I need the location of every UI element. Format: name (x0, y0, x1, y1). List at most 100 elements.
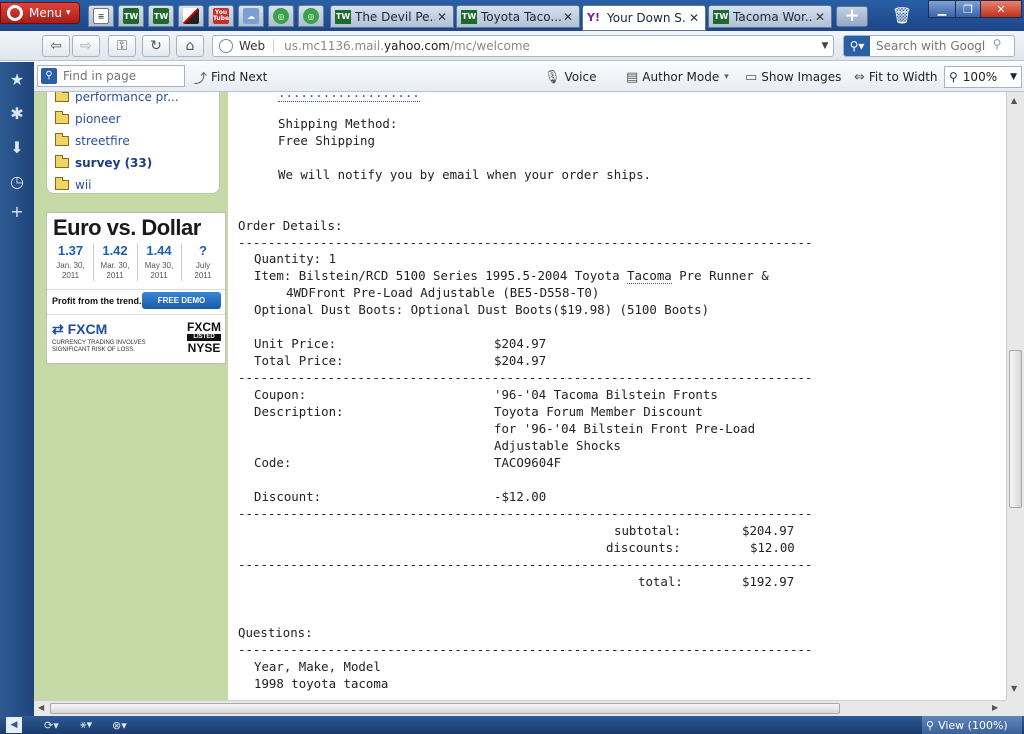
trash-icon[interactable]: 🗑 (890, 6, 914, 27)
tacoma-link[interactable]: Tacoma (627, 268, 672, 284)
pinned-tab-circle-1[interactable]: ◎ (268, 5, 294, 27)
opera-menu-button[interactable]: Menu ▾ (0, 2, 80, 24)
pinned-tab-tw-1[interactable]: TW (118, 5, 144, 27)
unit-price-label: Unit Price: (254, 336, 337, 351)
chevron-down-icon: ▾ (724, 72, 729, 82)
wand-key-button[interactable]: ⚿ (108, 35, 136, 57)
folder-icon (55, 155, 69, 168)
pinned-tab-youtube[interactable]: You Tube (208, 5, 234, 27)
address-field[interactable]: Web us.mc1136.mail.yahoo.com/mc/welcome … (212, 35, 834, 57)
horizontal-scrollbar[interactable]: ◀ ▶ (34, 700, 1006, 716)
back-button[interactable]: ⇦ (42, 35, 70, 57)
voice-button[interactable]: 🎙 Voice (544, 67, 596, 87)
search-input[interactable] (870, 38, 988, 54)
rate-cell: 1.37 Jan. 30, 2011 (56, 243, 85, 280)
scroll-up-icon[interactable]: ▲ (1011, 96, 1017, 105)
zoom-select[interactable]: ⚲ 100% ▼ (944, 66, 1022, 88)
tab-the-devil[interactable]: TW The Devil Pe... ✕ (330, 5, 454, 28)
folder-icon (55, 92, 69, 102)
notes-icon: ≡ (93, 8, 109, 24)
pinned-tab-notes[interactable]: ≡ (88, 5, 114, 27)
show-images-button[interactable]: ▭ Show Images (745, 67, 841, 87)
pinned-tab-tw-2[interactable]: TW (148, 5, 174, 27)
author-mode-button[interactable]: ▤ Author Mode ▾ (626, 67, 729, 87)
tab-bar: Menu ▾ ≡ TW TW You Tube ☁ ◎ ◎ TW The Dev… (0, 0, 1024, 31)
widgets-icon[interactable]: ✱ (7, 104, 27, 124)
find-field[interactable]: ⚲ (37, 65, 185, 87)
rule-line: ----------------------------------------… (238, 642, 812, 657)
opera-logo-icon (7, 5, 23, 21)
rate-cell: 1.42 Mar. 30, 2011 (93, 243, 136, 281)
history-icon[interactable]: ◷ (7, 172, 27, 192)
new-tab-button[interactable]: + (836, 6, 868, 27)
pinned-tab-chat[interactable]: ☁ (238, 5, 264, 27)
minimize-button[interactable]: ▁ (928, 0, 956, 18)
discounts-value: $12.00 (750, 540, 795, 555)
close-tab-icon[interactable]: ✕ (561, 10, 575, 24)
search-engine-icon[interactable]: ⚲▾ (844, 36, 870, 56)
image-icon: ▭ (745, 69, 758, 85)
options-line: Optional Dust Boots: Optional Dust Boots… (254, 302, 710, 317)
total-label: total: (638, 574, 683, 589)
pinned-tab-slash[interactable] (178, 5, 204, 27)
turbo-icon[interactable]: ⟳▾ (44, 717, 59, 733)
folder-item[interactable]: pioneer (55, 110, 121, 128)
scroll-left-icon[interactable]: ◀ (38, 703, 44, 712)
code-label: Code: (254, 455, 292, 470)
close-tab-icon[interactable]: ✕ (813, 10, 827, 24)
home-button[interactable]: ⌂ (176, 35, 204, 57)
folder-item[interactable]: survey (33) (55, 154, 152, 172)
rule-line: ----------------------------------------… (238, 370, 812, 385)
view-zoom-button[interactable]: ⚲ View (100%) (922, 716, 1022, 734)
find-input[interactable] (61, 68, 179, 84)
description-label: Description: (254, 404, 344, 419)
network-icon[interactable]: ⚹▾ (80, 717, 92, 733)
url-text[interactable]: us.mc1136.mail.yahoo.com/mc/welcome (274, 39, 817, 53)
folder-item[interactable]: performance pr... (55, 92, 179, 106)
folder-icon (55, 111, 69, 124)
reload-button[interactable]: ↻ (142, 35, 170, 57)
search-icon[interactable]: ⚲ (988, 37, 1006, 55)
close-tab-icon[interactable]: ✕ (435, 10, 449, 24)
close-window-button[interactable]: ✕ (980, 0, 1022, 18)
dotted-separator: ................... (278, 92, 420, 102)
total-value: $192.97 (742, 574, 795, 589)
add-panel-icon[interactable]: + (7, 202, 27, 222)
tw-favicon-icon: TW (713, 9, 729, 24)
address-dropdown-icon[interactable]: ▼ (817, 41, 833, 51)
downloads-icon[interactable]: ⬇ (7, 138, 27, 158)
tab-toyota-taco[interactable]: TW Toyota Taco... ✕ (456, 5, 580, 28)
total-price-value: $204.97 (494, 353, 547, 368)
find-icon: ⚲ (41, 68, 57, 84)
close-tab-icon[interactable]: ✕ (687, 11, 701, 25)
coupon-value: '96-'04 Tacoma Bilstein Fronts (494, 387, 718, 402)
find-next-icon: ⤴ (194, 71, 208, 87)
coupon-label: Coupon: (254, 387, 307, 402)
forward-button[interactable]: ⇨ (72, 35, 100, 57)
search-box[interactable]: ⚲▾ ⚲ (843, 35, 1015, 57)
free-demo-button[interactable]: FREE DEMO (142, 292, 221, 309)
advertisement[interactable]: Euro vs. Dollar 1.37 Jan. 30, 2011 1.42 Mar… (46, 212, 226, 364)
tab-your-down[interactable]: Y! Your Down S... ✕ (582, 5, 706, 31)
folder-item[interactable]: streetfire (55, 132, 130, 150)
maximize-button[interactable]: ❐ (955, 0, 981, 18)
panel-toggle-icon[interactable]: ◀ (6, 717, 22, 733)
scroll-right-icon[interactable]: ▶ (992, 703, 998, 712)
scrollbar-corner (1006, 700, 1024, 716)
scroll-down-icon[interactable]: ▼ (1011, 684, 1017, 693)
item-line-2: 4WDFront Pre-Load Adjustable (BE5-D558-T… (286, 285, 600, 300)
description-line: Adjustable Shocks (494, 438, 621, 453)
discounts-label: discounts: (606, 540, 681, 555)
find-next-button[interactable]: ⤴ Find Next (194, 67, 267, 87)
vertical-scrollbar[interactable]: ▲ ▼ (1006, 92, 1024, 700)
fit-to-width-button[interactable]: ⇔ Fit to Width (854, 67, 938, 87)
unite-icon[interactable]: ⊗▾ (112, 717, 127, 733)
bookmarks-icon[interactable]: ★ (7, 70, 27, 90)
tw-favicon-icon: TW (461, 9, 477, 24)
tab-tacoma-wor[interactable]: TW Tacoma Wor... ✕ (708, 5, 832, 28)
question-label: Year, Make, Model (254, 659, 381, 674)
vertical-scroll-thumb[interactable] (1009, 350, 1022, 508)
horizontal-scroll-thumb[interactable] (50, 703, 840, 714)
folder-item[interactable]: wii (55, 176, 91, 194)
pinned-tab-circle-2[interactable]: ◎ (298, 5, 324, 27)
